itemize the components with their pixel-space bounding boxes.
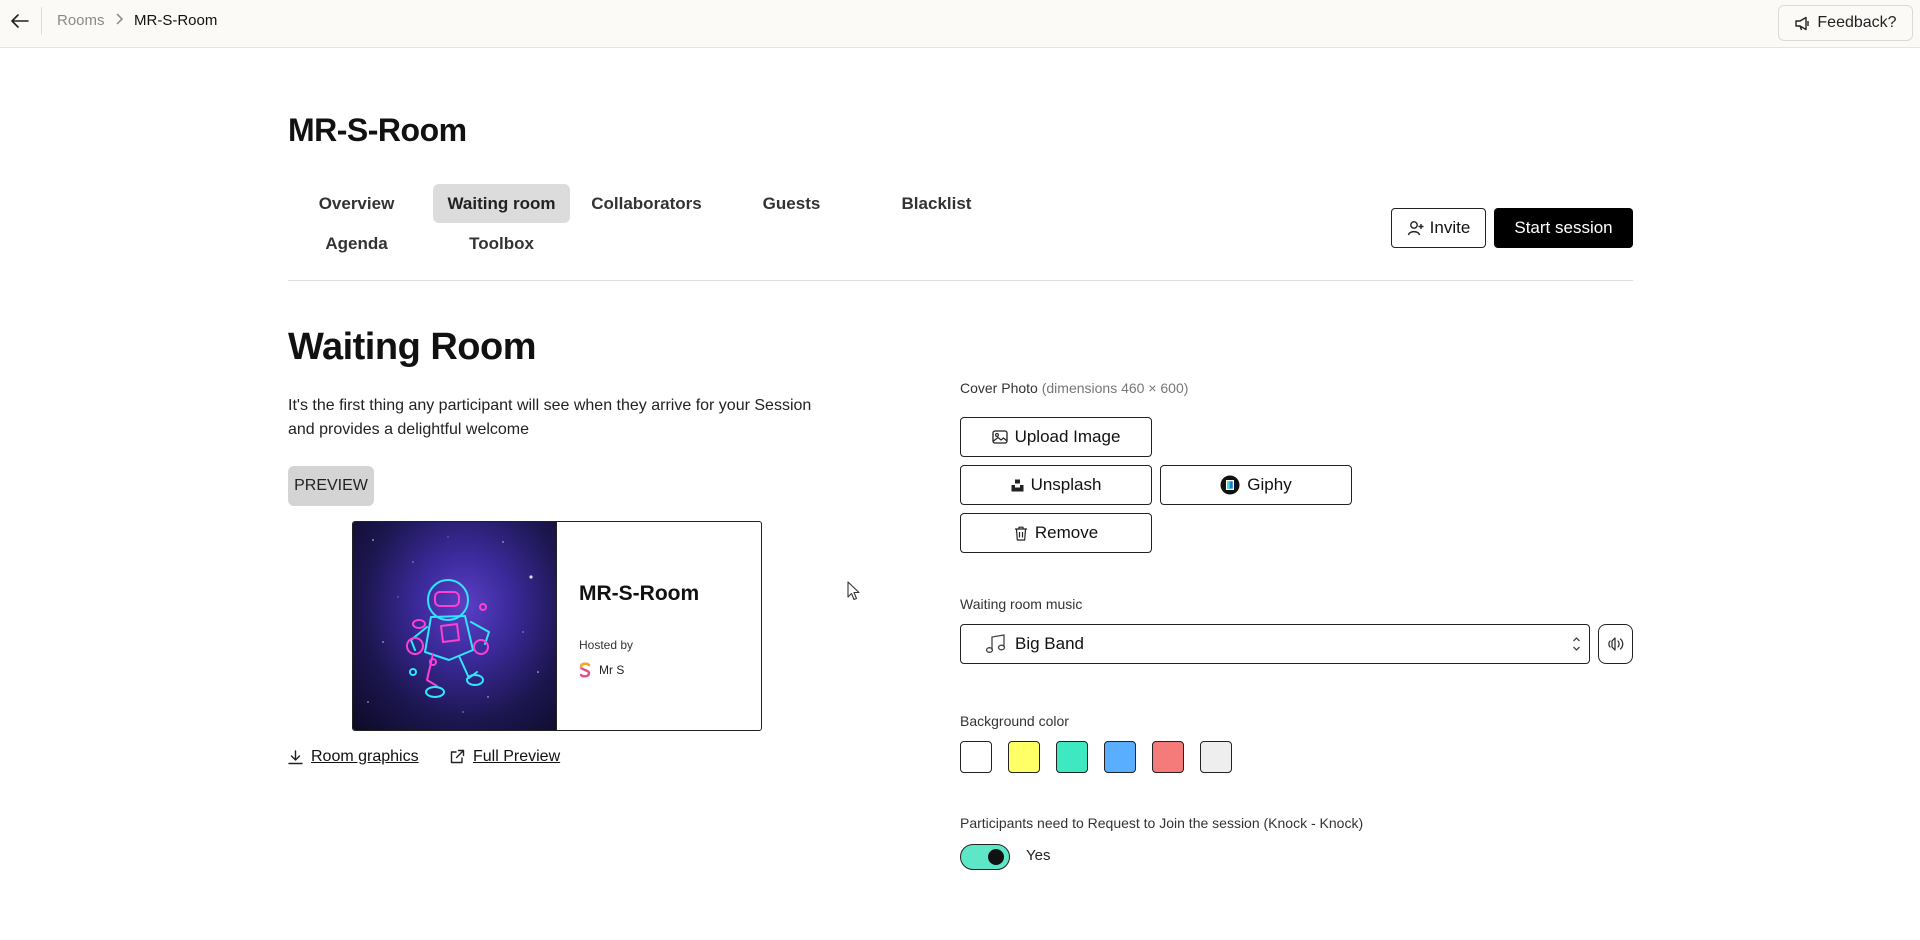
music-note-icon [985, 634, 1006, 653]
knock-label: Participants need to Request to Join the… [960, 815, 1364, 831]
swatch-yellow[interactable] [1008, 741, 1040, 773]
section-title: Waiting Room [288, 326, 537, 368]
tab-agenda[interactable]: Agenda [288, 224, 425, 263]
speaker-icon [1607, 637, 1623, 651]
swatch-light-gray[interactable] [1200, 741, 1232, 773]
upload-image-label: Upload Image [1014, 427, 1121, 446]
tab-waiting-room[interactable]: Waiting room [433, 184, 570, 223]
megaphone-icon [1795, 16, 1810, 30]
music-selected: Big Band [1015, 634, 1084, 653]
select-arrows-icon [1572, 635, 1581, 655]
unsplash-label: Unsplash [1030, 475, 1102, 494]
full-preview-label: Full Preview [473, 748, 561, 765]
top-bar: Rooms MR-S-Room Feedback? [0, 0, 1920, 48]
background-color-label: Background color [960, 713, 1069, 729]
remove-button[interactable]: Remove [960, 513, 1152, 553]
divider [288, 280, 1633, 281]
swatch-white[interactable] [960, 741, 992, 773]
giphy-icon [1220, 475, 1240, 495]
section-description: It's the first thing any participant wil… [288, 397, 812, 438]
host-avatar-icon [579, 662, 591, 678]
giphy-button[interactable]: Giphy [1160, 465, 1352, 505]
swatch-blue[interactable] [1104, 741, 1136, 773]
back-arrow-icon[interactable] [8, 10, 32, 32]
chevron-right-icon [114, 12, 124, 30]
music-select[interactable]: Big Band [960, 624, 1590, 664]
tab-collaborators[interactable]: Collaborators [578, 184, 715, 223]
download-icon [288, 749, 303, 764]
tab-overview[interactable]: Overview [288, 184, 425, 223]
mouse-cursor-icon [847, 581, 861, 606]
cover-photo-label-text: Cover Photo [960, 380, 1038, 396]
full-preview-link[interactable]: Full Preview [449, 748, 560, 766]
divider [41, 7, 42, 35]
giphy-label: Giphy [1247, 475, 1292, 494]
swatch-red[interactable] [1152, 741, 1184, 773]
preview-button[interactable]: PREVIEW [288, 466, 374, 506]
toggle-knob [988, 849, 1004, 865]
feedback-button[interactable]: Feedback? [1778, 5, 1913, 41]
cover-photo-label: Cover Photo (dimensions 460 × 600) [960, 380, 1188, 396]
card-room-name: MR-S-Room [579, 582, 700, 605]
knock-toggle[interactable] [960, 844, 1010, 870]
external-link-icon [450, 749, 465, 764]
play-sound-button[interactable] [1598, 624, 1633, 664]
card-host: Mr S [579, 662, 624, 678]
tab-blacklist[interactable]: Blacklist [868, 184, 1005, 223]
remove-label: Remove [1034, 523, 1099, 542]
room-graphics-link[interactable]: Room graphics [288, 748, 419, 766]
breadcrumb-current: MR-S-Room [134, 12, 218, 29]
card-host-name: Mr S [599, 663, 625, 677]
feedback-label: Feedback? [1817, 14, 1897, 31]
room-title: MR-S-Room [288, 112, 467, 148]
unsplash-icon [1011, 479, 1024, 491]
invite-button[interactable]: Invite [1391, 208, 1486, 248]
breadcrumb-rooms[interactable]: Rooms [57, 12, 105, 29]
card-hosted-by: Hosted by [579, 638, 634, 652]
cover-photo-hint: (dimensions 460 × 600) [1041, 380, 1189, 396]
upload-image-button[interactable]: Upload Image [960, 417, 1152, 457]
trash-icon [1014, 526, 1027, 541]
music-label: Waiting room music [960, 596, 1083, 612]
knock-value-label: Yes [1026, 847, 1051, 864]
room-graphics-label: Room graphics [311, 748, 419, 765]
add-user-icon [1407, 221, 1424, 236]
tab-guests[interactable]: Guests [723, 184, 860, 223]
start-session-button[interactable]: Start session [1494, 208, 1633, 248]
waiting-room-preview-card: MR-S-Room Hosted by Mr S [352, 521, 762, 731]
swatch-teal[interactable] [1056, 741, 1088, 773]
cover-image [353, 522, 557, 730]
invite-label: Invite [1429, 218, 1471, 237]
unsplash-button[interactable]: Unsplash [960, 465, 1152, 505]
image-icon [991, 430, 1008, 444]
tab-toolbox[interactable]: Toolbox [433, 224, 570, 263]
